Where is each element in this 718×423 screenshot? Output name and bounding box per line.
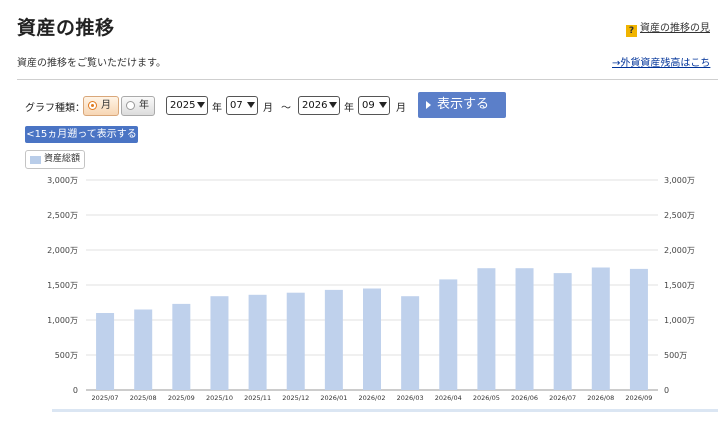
bar: [515, 268, 534, 390]
x-tick-label: 2026/08: [587, 394, 614, 402]
y-tick-label-left: 1,500万: [47, 281, 78, 290]
x-tick-label: 2026/09: [625, 394, 652, 402]
x-tick-label: 2025/09: [168, 394, 195, 402]
bar: [629, 268, 648, 390]
x-tick-label: 2025/12: [282, 394, 309, 402]
bar: [248, 294, 267, 390]
y-tick-label-right: 3,000万: [664, 176, 695, 185]
y-tick-label-left: 1,000万: [47, 316, 78, 325]
y-tick-label-left: 2,000万: [47, 246, 78, 255]
x-tick-label: 2025/10: [206, 394, 233, 402]
bar: [286, 292, 305, 390]
bar: [324, 289, 343, 390]
x-tick-label: 2026/03: [397, 394, 424, 402]
y-tick-label-right: 500万: [664, 351, 687, 360]
bar: [553, 273, 572, 390]
bar: [591, 267, 610, 390]
x-tick-label: 2025/11: [244, 394, 271, 402]
bar: [210, 296, 229, 390]
x-tick-label: 2026/04: [435, 394, 462, 402]
y-tick-label-right: 1,000万: [664, 316, 695, 325]
x-tick-label: 2026/05: [473, 394, 500, 402]
y-tick-label-left: 2,500万: [47, 211, 78, 220]
bar: [134, 309, 153, 390]
y-tick-label-right: 1,500万: [664, 281, 695, 290]
y-tick-label-left: 500万: [55, 351, 78, 360]
bar: [363, 288, 381, 390]
x-tick-label: 2026/07: [549, 394, 576, 402]
x-tick-label: 2025/07: [92, 394, 119, 402]
bar: [96, 313, 115, 390]
y-tick-label-right: 2,500万: [664, 211, 695, 220]
x-tick-label: 2026/06: [511, 394, 538, 402]
x-tick-label: 2026/02: [358, 394, 385, 402]
bar: [172, 303, 191, 390]
y-tick-label-right: 0: [664, 386, 669, 395]
bar: [401, 296, 420, 390]
y-tick-label-left: 0: [73, 386, 78, 395]
x-tick-label: 2026/01: [320, 394, 347, 402]
x-tick-label: 2025/08: [130, 394, 157, 402]
y-tick-label-right: 2,000万: [664, 246, 695, 255]
asset-chart: 0 0 500万 500万 1,000万 1,000万 1,500万 1,500万 2,000万…: [47, 176, 718, 412]
y-tick-label-left: 3,000万: [47, 176, 78, 185]
bar: [439, 279, 458, 390]
chart-bottom-band: [52, 409, 718, 412]
bar: [477, 268, 496, 390]
